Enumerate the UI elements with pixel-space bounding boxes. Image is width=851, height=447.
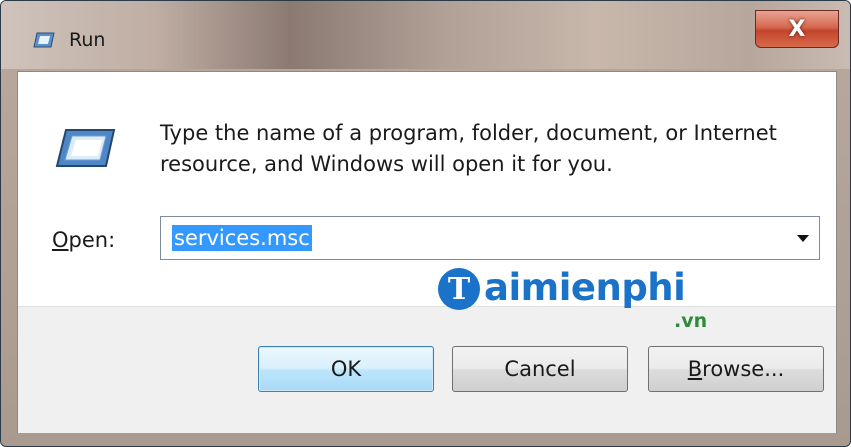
title-bar[interactable]: Run X	[1, 1, 850, 69]
open-label-text: pen:	[68, 228, 116, 252]
run-dialog-window: Run X Type the name of a program, folder…	[0, 0, 851, 447]
dialog-content: Type the name of a program, folder, docu…	[17, 71, 837, 433]
description-line: resource, and Windows will open it for y…	[160, 152, 613, 176]
run-icon	[54, 128, 116, 168]
ok-button[interactable]: OK	[258, 346, 434, 392]
window-title: Run	[69, 29, 106, 51]
open-input-value[interactable]: services.msc	[172, 225, 312, 251]
cancel-button-label: Cancel	[504, 357, 576, 381]
close-button[interactable]: X	[755, 10, 839, 48]
cancel-button[interactable]: Cancel	[452, 346, 628, 392]
browse-button-label: rowse...	[702, 357, 785, 381]
watermark-logo: T aimienphi .vn	[438, 262, 738, 334]
dialog-description: Type the name of a program, folder, docu…	[160, 118, 820, 180]
run-icon	[33, 32, 55, 48]
ok-button-label: OK	[330, 357, 362, 381]
browse-button[interactable]: Browse...	[648, 346, 824, 392]
open-label-accelerator: O	[52, 228, 69, 252]
watermark-initial: T	[438, 268, 480, 310]
watermark-suffix: .vn	[674, 310, 708, 332]
open-combobox[interactable]: services.msc	[160, 216, 820, 260]
description-line: Type the name of a program, folder, docu…	[160, 121, 777, 145]
open-label: Open:	[52, 228, 115, 252]
chevron-down-icon[interactable]	[797, 235, 809, 242]
browse-button-accelerator: B	[687, 357, 703, 381]
close-icon: X	[788, 16, 806, 42]
watermark-name: aimienphi	[484, 266, 686, 309]
